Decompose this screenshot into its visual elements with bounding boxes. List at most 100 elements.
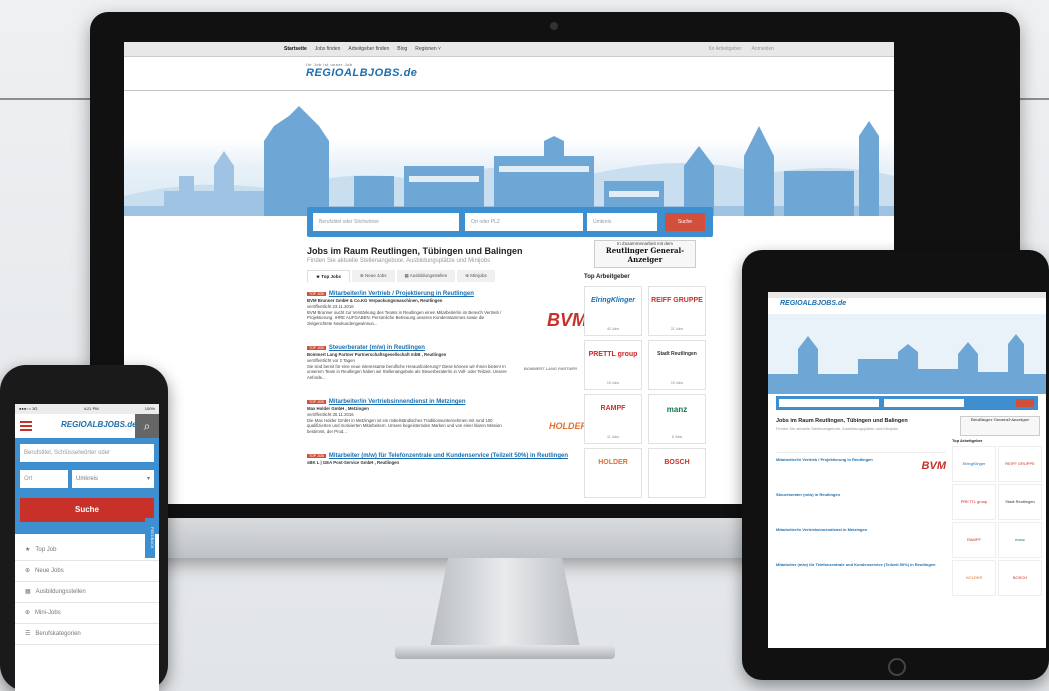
search-radius-select[interactable]: Umkreis [587, 213, 657, 231]
tablet-top-nav [768, 292, 1046, 298]
tablet-job-title[interactable]: Mitarbeiter (m/w) für Telefonzentrale un… [776, 562, 946, 567]
search-icon[interactable]: ⌕ [135, 414, 159, 438]
phone-ort-input[interactable]: Ort [20, 470, 68, 488]
tab-minijobs[interactable]: ⊕ Minijobs [457, 270, 495, 282]
nav-fuer-arbeitgeber[interactable]: für Arbeitgeber [709, 46, 742, 52]
job-listing[interactable]: TOP JOB Mitarbeiter/in Vertrieb / Projekt… [307, 290, 587, 330]
tablet-employer-card[interactable]: Stadt Reutlingen [998, 484, 1042, 520]
list-icon: ☰ [25, 631, 31, 637]
job-title-link[interactable]: Steuerberater (m/w) in Reutlingen [329, 345, 425, 351]
employer-card[interactable]: RAMPF 11 Jobs [584, 394, 642, 444]
grid-icon: ▦ [25, 589, 31, 595]
top-employers-title: Top Arbeitgeber [584, 274, 630, 280]
employer-card[interactable]: REIFF GRUPPE 21 Jobs [648, 286, 706, 336]
search-where-input[interactable]: Ort oder PLZ [465, 213, 583, 231]
job-title-link[interactable]: Mitarbeiter/in Vertrieb / Projektierung … [329, 291, 474, 297]
nav-arbeitgeber-finden[interactable]: Arbeitgeber finden [348, 46, 389, 52]
employer-card[interactable]: manz 6 Jobs [648, 394, 706, 444]
tablet-home-button[interactable] [888, 658, 906, 676]
tablet-employer-card[interactable]: HOLDER [952, 560, 996, 596]
employer-card[interactable]: HOLDER [584, 448, 642, 498]
job-listing[interactable]: TOP JOB Mitarbeiter/in Vertriebsinnendien… [307, 398, 587, 435]
employer-card[interactable]: ElringKlinger 40 Jobs [584, 286, 642, 336]
nav-startseite[interactable]: Startseite [284, 46, 307, 52]
menu-item-berufskategorien[interactable]: ☰ Berufskategorien [15, 624, 159, 645]
phone-search-input[interactable]: Berufstitel, Schlüsselwörter oder [20, 444, 154, 462]
tab-ausbildungsstellen[interactable]: ▦ Ausbildungsstellen [396, 270, 456, 282]
employer-jobs: 15 Jobs [670, 381, 684, 385]
menu-item-top-job[interactable]: ★ Top Job [15, 540, 159, 561]
top-job-badge: TOP JOB [307, 291, 326, 297]
skyline-svg [124, 106, 894, 216]
employer-logo: HOLDER [598, 459, 628, 466]
ad-newspaper-name: Reutlinger General-Anzeiger [605, 246, 685, 264]
page-title: Jobs im Raum Reutlingen, Tübingen und Ba… [307, 246, 523, 256]
top-job-badge: TOP JOB [307, 345, 326, 351]
tablet-search-bar [776, 396, 1038, 410]
tablet-job-title[interactable]: Mitarbeiter/in Vertrieb / Projektierung … [776, 457, 946, 462]
monitor-stand-base [395, 645, 615, 659]
employer-card[interactable]: Stadt Reutlingen 15 Jobs [648, 340, 706, 390]
job-company: Max Holder GmbH , Metzingen [307, 406, 369, 412]
phone-logo[interactable]: REGIOALBJOBS.de [61, 420, 137, 429]
newspaper-ad[interactable]: In Zusammenarbeit mit dem Reutlinger Gen… [594, 240, 696, 268]
menu-item-ausbildungsstellen[interactable]: ▦ Ausbildungsstellen [15, 582, 159, 603]
tablet-top-employers-title: Top Arbeitgeber [952, 438, 983, 443]
menu-item-label: Ausbildungsstellen [35, 589, 86, 595]
job-listing[interactable]: TOP JOB Steuerberater (m/w) in Reutlingen… [307, 344, 577, 381]
search-button[interactable]: Suche [665, 213, 705, 231]
camera-icon [550, 22, 558, 30]
hamburger-menu-icon[interactable] [20, 419, 32, 433]
feedback-tab[interactable]: FEEDBACK [145, 518, 155, 558]
job-company: sBK L | GEA Post-Service GmbH , Reutling… [307, 460, 400, 466]
company-logo-bvm: BVM [547, 310, 587, 330]
job-title-link[interactable]: Mitarbeiter/in Vertriebsinnendienst in M… [329, 399, 466, 405]
tablet-search-input[interactable] [779, 399, 879, 407]
phone-menu-list: ★ Top Job ⊕ Neue Jobs ▦ Ausbildungsstellen … [15, 540, 159, 645]
menu-item-neue-jobs[interactable]: ⊕ Neue Jobs [15, 561, 159, 582]
nav-regionen[interactable]: Regionen ˅ [415, 46, 441, 52]
chevron-down-icon: ▾ [146, 476, 150, 482]
tablet-location-input[interactable] [884, 399, 964, 407]
employer-card[interactable]: BOSCH [648, 448, 706, 498]
plus-icon: ⊕ [25, 610, 31, 616]
tablet-employer-card[interactable]: REIFF GRUPPE [998, 446, 1042, 482]
employer-jobs: 6 Jobs [671, 435, 683, 439]
tablet-screen: REGIOALBJOBS.de Jobs im Raum Reutlingen,… [768, 292, 1046, 648]
tablet-newspaper-ad[interactable]: Reutlinger General-Anzeiger [960, 416, 1040, 436]
header-divider [124, 90, 894, 91]
tablet-search-button[interactable] [1016, 399, 1034, 407]
employer-jobs: 18 Jobs [606, 381, 620, 385]
employer-jobs: 40 Jobs [606, 327, 620, 331]
employer-card[interactable]: PRETTL group 18 Jobs [584, 340, 642, 390]
job-listing[interactable]: TOP JOB Mitarbeiter (m/w) für Telefonzent… [307, 452, 577, 466]
employer-logo: Stadt Reutlingen [657, 351, 697, 357]
tablet-employer-card[interactable]: ElringKlinger [952, 446, 996, 482]
employer-jobs: 11 Jobs [607, 435, 619, 439]
phone-screen: ●●●○○ 3G 4:21 PM 100% REGIOALBJOBS.de ⌕ … [15, 404, 159, 691]
tablet-subtitle: Finden Sie aktuelle Stellenangebote, Aus… [776, 426, 899, 431]
tab-neue-jobs[interactable]: ⊕ Neue Jobs [351, 270, 395, 282]
nav-anmelden[interactable]: Anmelden [751, 46, 774, 52]
tablet-employer-card[interactable]: PRETTL group [952, 484, 996, 520]
nav-jobs-finden[interactable]: Jobs finden [315, 46, 341, 52]
job-company: Bommert Lang Partner Partnerschaftsgesel… [307, 352, 447, 358]
employer-logo: manz [666, 405, 688, 414]
search-what-input[interactable]: Berufstitel oder Stichwörter [313, 213, 459, 231]
job-title-link[interactable]: Mitarbeiter (m/w) für Telefonzentrale un… [329, 453, 568, 459]
nav-blog[interactable]: Blog [397, 46, 407, 52]
job-date: veröffentlicht 23.11.2016 [307, 303, 354, 309]
phone-search-button[interactable]: Suche [20, 498, 154, 522]
menu-item-label: Top Job [35, 547, 57, 553]
phone-umkreis-select[interactable]: Umkreis ▾ [72, 470, 154, 488]
tab-top-jobs[interactable]: ★ Top Jobs [307, 270, 350, 282]
menu-item-mini-jobs[interactable]: ⊕ Mini-Jobs [15, 603, 159, 624]
tablet-employer-card[interactable]: RAMPF [952, 522, 996, 558]
tablet-logo[interactable]: REGIOALBJOBS.de [780, 300, 846, 307]
tablet-employer-card[interactable]: manz [998, 522, 1042, 558]
job-date: veröffentlicht vor 2 Tagen [307, 357, 355, 363]
site-logo[interactable]: Ihr Job ist unser Job REGIOALBJOBS.de [306, 62, 417, 79]
tablet-employer-card[interactable]: BOSCH [998, 560, 1042, 596]
tablet-job-title[interactable]: Steuerberater (m/w) in Reutlingen [776, 492, 946, 497]
tablet-job-title[interactable]: Mitarbeiter/in Vertriebsinnendienst in M… [776, 527, 946, 532]
